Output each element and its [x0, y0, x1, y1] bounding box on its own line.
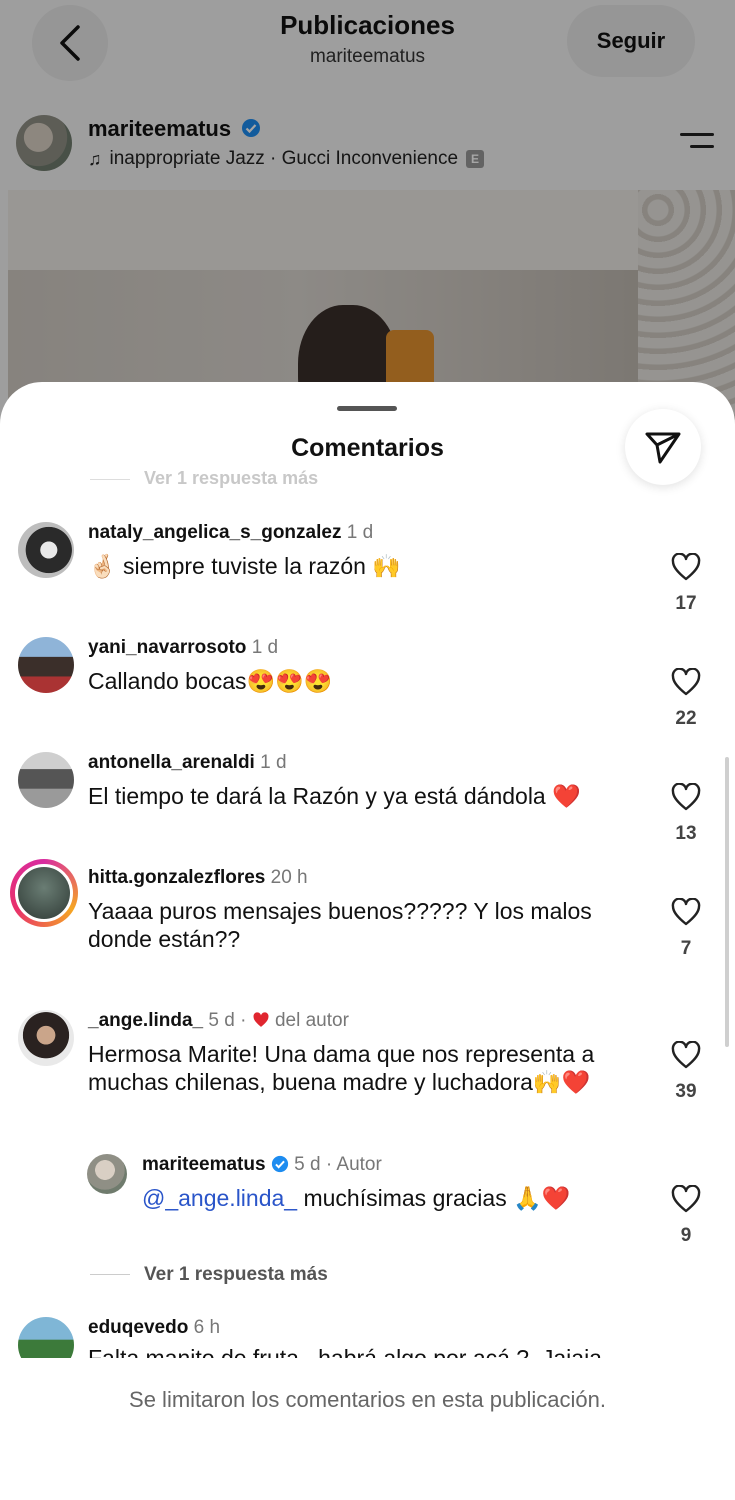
comment-username[interactable]: yani_navarrosoto: [88, 637, 246, 658]
heart-filled-icon: [253, 1012, 269, 1027]
comment-time: 1 d: [260, 752, 287, 773]
scrollbar[interactable]: [725, 757, 729, 1047]
comment-time: 20 h: [270, 867, 308, 888]
comment-text: Hermosa Marite! Una dama que nos represe…: [88, 1041, 595, 1095]
comment-text: 🤞🏻 siempre tuviste la razón 🙌: [88, 553, 401, 579]
comment-text: Yaaaa puros mensajes buenos????? Y los m…: [88, 898, 592, 952]
like-button[interactable]: [668, 782, 704, 816]
heart-outline-icon: [671, 1040, 701, 1069]
comment-time: 1 d: [251, 637, 279, 658]
comment-username[interactable]: hitta.gonzalezflores: [88, 867, 265, 888]
like-button[interactable]: [668, 552, 704, 586]
reply-text: @_ange.linda_ muchísimas gracias 🙏❤️: [142, 1184, 642, 1212]
mention-link[interactable]: @_ange.linda_: [142, 1185, 297, 1211]
like-button[interactable]: [668, 897, 704, 931]
like-count: 17: [675, 593, 697, 614]
heart-outline-icon: [671, 552, 701, 581]
comments-limited-notice: Se limitaron los comentarios en esta pub…: [129, 1387, 606, 1412]
comment-time: 5 d: [208, 1010, 235, 1031]
liked-by-author-label: del autor: [274, 1010, 349, 1031]
like-button[interactable]: [668, 1184, 704, 1218]
like-button[interactable]: [668, 667, 704, 701]
author-role-label: Autor: [336, 1154, 382, 1175]
like-count: 7: [680, 938, 692, 959]
comment-username[interactable]: nataly_angelica_s_gonzalez: [88, 522, 341, 543]
reply-avatar[interactable]: [87, 1154, 127, 1194]
comment-text: El tiempo te dará la Razón y ya está dán…: [88, 783, 581, 809]
commenter-avatar[interactable]: [18, 522, 74, 578]
commenter-avatar[interactable]: [18, 637, 74, 693]
reply-body: muchísimas gracias 🙏❤️: [297, 1185, 571, 1211]
commenter-avatar[interactable]: [18, 1010, 74, 1066]
like-count: 39: [675, 1081, 697, 1102]
like-count: 13: [675, 823, 697, 844]
commenter-avatar[interactable]: [18, 752, 74, 808]
comment-time: 1 d: [346, 522, 374, 543]
drag-handle[interactable]: [337, 406, 397, 411]
view-more-replies-button[interactable]: Ver 1 respuesta más: [90, 1264, 328, 1286]
heart-outline-icon: [671, 667, 701, 696]
heart-outline-icon: [671, 782, 701, 811]
heart-outline-icon: [671, 897, 701, 926]
verified-icon: [271, 1155, 288, 1173]
reply-time: 5 d: [294, 1154, 321, 1175]
commenter-avatar-story-ring[interactable]: [10, 859, 78, 927]
scrolled-away-more-replies: Ver 1 respuesta más: [90, 468, 318, 489]
comment-username[interactable]: eduqevedo: [88, 1317, 188, 1338]
heart-outline-icon: [671, 1184, 701, 1213]
send-icon: [645, 432, 681, 464]
like-count: 22: [675, 708, 697, 729]
like-button[interactable]: [668, 1040, 704, 1074]
comment-username[interactable]: antonella_arenaldi: [88, 752, 255, 773]
reply-username[interactable]: mariteematus: [142, 1154, 266, 1175]
comments-footer: Se limitaron los comentarios en esta pub…: [0, 1358, 735, 1500]
share-button[interactable]: [625, 409, 701, 485]
comment-time: 6 h: [193, 1317, 221, 1338]
like-count: 9: [680, 1225, 692, 1246]
comment-text: Callando bocas😍😍😍: [88, 668, 333, 694]
comments-sheet: Ver 1 respuesta más Comentarios nataly_a…: [0, 382, 735, 1500]
comment-username[interactable]: _ange.linda_: [88, 1010, 203, 1031]
